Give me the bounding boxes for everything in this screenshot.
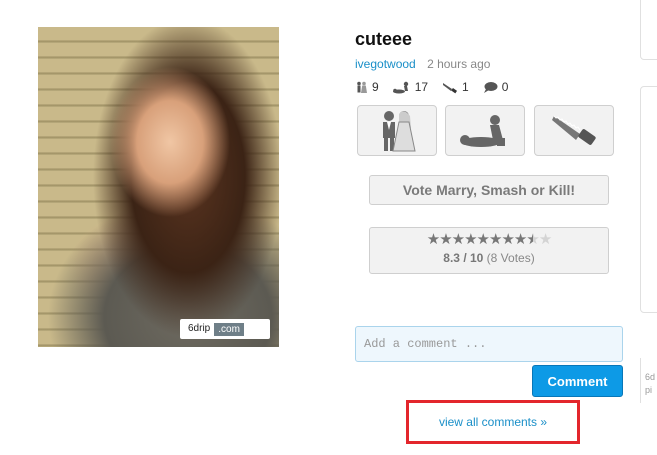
comment-submit-button[interactable]: Comment xyxy=(532,365,623,397)
rating-star[interactable]: ★ xyxy=(452,231,465,248)
watermark-name: 6drip xyxy=(188,323,211,334)
marry-count: 9 xyxy=(355,80,379,94)
rating-star[interactable]: ★ xyxy=(539,231,552,248)
post-photo[interactable]: 6drip .com xyxy=(38,27,279,347)
rating-summary: 8.3 / 10 (8 Votes) xyxy=(370,251,608,265)
smash-count: 17 xyxy=(392,80,428,94)
kill-button[interactable] xyxy=(534,105,614,156)
marry-small-icon xyxy=(357,81,367,93)
rating-votes: (8 Votes) xyxy=(486,251,535,265)
post-meta: ivegotwood 2 hours ago xyxy=(355,57,490,71)
watermark-domain: .com xyxy=(214,322,244,336)
rating-score: 8.3 xyxy=(443,251,460,265)
marry-couple-icon xyxy=(383,110,416,151)
smash-button[interactable] xyxy=(445,105,525,156)
kill-count: 1 xyxy=(442,80,469,94)
comment-input[interactable] xyxy=(355,326,623,362)
speech-bubble-icon xyxy=(483,81,498,93)
post-title: cuteee xyxy=(355,29,413,49)
author-link[interactable]: ivegotwood xyxy=(355,57,416,71)
marry-button[interactable] xyxy=(357,105,437,156)
view-all-comments-link[interactable]: view all comments » xyxy=(406,400,580,444)
rating-star[interactable]: ★ xyxy=(427,231,440,248)
sidebar-panel-2 xyxy=(640,86,657,313)
vote-counts: 9 17 1 0 xyxy=(355,80,508,94)
rating-star[interactable]: ★ xyxy=(526,231,539,248)
smash-icon xyxy=(460,114,505,147)
rating-star[interactable]: ★ xyxy=(464,231,477,248)
rating-out-of: / 10 xyxy=(463,251,484,265)
rating-star[interactable]: ★ xyxy=(477,231,490,248)
rating-stars[interactable]: ★★★★★★★★★ ★ xyxy=(370,231,608,249)
sidebar-panel xyxy=(640,0,657,60)
rating-box: ★★★★★★★★★★ 8.3 / 10 (8 Votes) xyxy=(369,227,609,274)
knife-small-icon xyxy=(443,82,458,93)
rating-star[interactable]: ★ xyxy=(489,231,502,248)
rating-star[interactable]: ★ xyxy=(439,231,452,248)
rating-star[interactable]: ★ xyxy=(514,231,527,248)
knife-icon xyxy=(552,115,596,145)
post-time: 2 hours ago xyxy=(427,57,491,71)
rating-star[interactable]: ★ xyxy=(501,231,514,248)
site-watermark: 6drip .com xyxy=(180,319,270,339)
smash-small-icon xyxy=(392,81,408,93)
vote-prompt-button[interactable]: Vote Marry, Smash or Kill! xyxy=(369,175,609,205)
comment-count: 0 xyxy=(483,80,508,94)
sidebar-snippet: 6d pi xyxy=(645,372,656,395)
